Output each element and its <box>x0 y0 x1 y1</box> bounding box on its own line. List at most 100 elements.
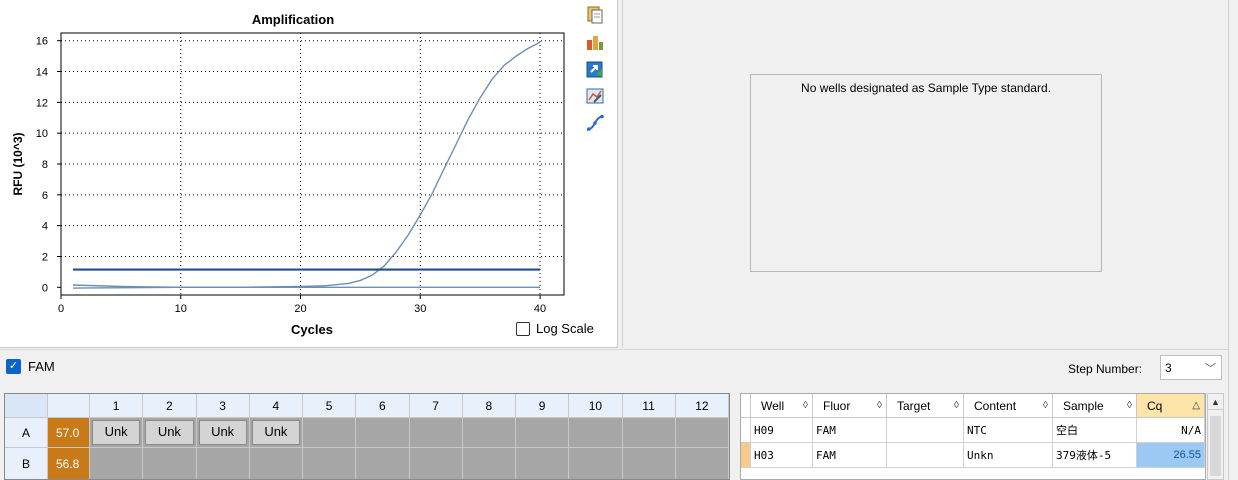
standard-curve-message: No wells designated as Sample Type stand… <box>801 81 1051 95</box>
plate-well[interactable]: Unk <box>249 418 303 448</box>
plate-column-header[interactable]: 8 <box>462 394 516 418</box>
row-indicator[interactable] <box>741 418 751 443</box>
column-header-fluor[interactable]: Fluor ◊ <box>813 394 887 418</box>
x-tick-label: 30 <box>414 303 426 315</box>
column-header-well[interactable]: Well ◊ <box>751 394 813 418</box>
plate-well[interactable] <box>569 448 623 479</box>
plate-row-header[interactable]: B <box>5 448 48 479</box>
well-content-label: Unk <box>145 420 194 445</box>
cell-target[interactable] <box>887 443 964 468</box>
log-scale-checkbox[interactable] <box>516 321 530 336</box>
plate-column-header[interactable]: 10 <box>569 394 623 418</box>
curve-icon[interactable] <box>584 112 606 134</box>
plate-column-header[interactable]: 4 <box>249 394 303 418</box>
plate-column-header[interactable]: 11 <box>622 394 676 418</box>
plate-well[interactable] <box>462 448 516 479</box>
y-tick-label: 12 <box>36 97 48 109</box>
cell-fluor[interactable]: FAM <box>813 418 887 443</box>
plate-well[interactable]: Unk <box>90 418 144 448</box>
plate-corner[interactable] <box>5 394 48 418</box>
plate-well[interactable] <box>356 418 410 448</box>
fam-label: FAM <box>28 359 55 374</box>
chart-bar-icon[interactable] <box>584 31 606 53</box>
plate-well[interactable] <box>409 448 463 479</box>
y-tick-label: 6 <box>42 190 48 202</box>
sort-icon[interactable]: ◊ <box>803 400 808 411</box>
row-indicator[interactable] <box>741 443 751 468</box>
log-scale-toggle[interactable]: Log Scale <box>516 321 594 336</box>
column-header-sample[interactable]: Sample ◊ <box>1053 394 1137 418</box>
cell-well[interactable]: H09 <box>751 418 813 443</box>
plate-well[interactable] <box>303 448 357 479</box>
plate-column-header[interactable]: 9 <box>516 394 570 418</box>
plate-well[interactable] <box>249 448 303 479</box>
scrollbar-thumb[interactable] <box>1210 416 1221 476</box>
y-tick-label: 14 <box>36 67 48 79</box>
results-scrollbar[interactable]: ▲ <box>1207 393 1224 480</box>
cell-content[interactable]: NTC <box>964 418 1053 443</box>
plate-column-header[interactable]: 3 <box>196 394 250 418</box>
sort-icon[interactable]: ◊ <box>1127 400 1132 411</box>
fluor-step-bar: ✓ FAM Step Number: 3 ﹀ <box>0 349 1228 385</box>
plate-column-header[interactable]: 12 <box>675 394 729 418</box>
sort-icon[interactable]: ◊ <box>1043 400 1048 411</box>
copy-icon[interactable] <box>584 4 606 26</box>
chart-title: Amplification <box>252 12 334 27</box>
y-tick-label: 16 <box>36 36 48 48</box>
plate-well[interactable] <box>143 448 197 479</box>
sort-icon[interactable]: ◊ <box>877 400 882 411</box>
plate-well[interactable] <box>462 418 516 448</box>
chart-settings-icon[interactable] <box>584 85 606 107</box>
plate-well[interactable] <box>516 448 570 479</box>
x-tick-label: 0 <box>58 303 64 315</box>
plate-well[interactable] <box>409 418 463 448</box>
plate-well[interactable] <box>356 448 410 479</box>
plate-column-header[interactable]: 5 <box>303 394 357 418</box>
column-header-content[interactable]: Content ◊ <box>964 394 1053 418</box>
amplification-chart-panel: 0 2 4 6 8 10 12 14 16 0 10 20 30 40 Amplification RFU… <box>0 0 618 348</box>
plate-well[interactable] <box>569 418 623 448</box>
plate-well[interactable] <box>196 448 250 479</box>
export-icon[interactable] <box>584 58 606 80</box>
step-number-select[interactable]: 3 ﹀ <box>1160 355 1222 380</box>
amplification-curve-2[interactable] <box>72 286 540 289</box>
plate-row-header[interactable]: A <box>5 418 48 448</box>
cell-content[interactable]: Unkn <box>964 443 1053 468</box>
cell-cq[interactable]: 26.55 <box>1137 443 1205 468</box>
plate-column-header[interactable]: 1 <box>90 394 144 418</box>
plate-well[interactable] <box>675 448 729 479</box>
plate-well[interactable] <box>303 418 357 448</box>
plate-column-header[interactable]: 2 <box>143 394 197 418</box>
plate-well[interactable] <box>675 418 729 448</box>
column-header-label: Cq <box>1147 398 1163 413</box>
standard-curve-box: No wells designated as Sample Type stand… <box>750 74 1102 272</box>
plate-row-temperature: 57.0 <box>48 418 90 448</box>
plate-well[interactable] <box>622 418 676 448</box>
column-header-cq[interactable]: Cq △ <box>1137 394 1205 418</box>
cell-sample[interactable]: 379液体-5 <box>1053 443 1137 468</box>
y-tick-label: 10 <box>36 128 48 140</box>
column-header-target[interactable]: Target ◊ <box>887 394 964 418</box>
scroll-up-icon[interactable]: ▲ <box>1208 394 1223 410</box>
x-tick-label: 10 <box>175 303 187 315</box>
sort-icon[interactable]: ◊ <box>954 400 959 411</box>
sort-ascending-icon[interactable]: △ <box>1192 400 1200 411</box>
y-tick-label: 4 <box>42 221 48 233</box>
y-tick-label: 0 <box>42 282 48 294</box>
plate-well[interactable]: Unk <box>143 418 197 448</box>
plate-well[interactable] <box>622 448 676 479</box>
cell-target[interactable] <box>887 418 964 443</box>
plate-well[interactable]: Unk <box>196 418 250 448</box>
plate-well[interactable] <box>90 448 144 479</box>
cell-fluor[interactable]: FAM <box>813 443 887 468</box>
cell-well[interactable]: H03 <box>751 443 813 468</box>
fam-checkbox[interactable]: ✓ <box>6 359 21 374</box>
well-content-label: Unk <box>92 420 141 445</box>
plate-column-header[interactable]: 7 <box>409 394 463 418</box>
plate-row-temperature: 56.8 <box>48 448 90 479</box>
cell-sample[interactable]: 空白 <box>1053 418 1137 443</box>
plate-column-header[interactable]: 6 <box>356 394 410 418</box>
y-tick-label: 2 <box>42 251 48 263</box>
cell-cq[interactable]: N/A <box>1137 418 1205 443</box>
plate-well[interactable] <box>516 418 570 448</box>
